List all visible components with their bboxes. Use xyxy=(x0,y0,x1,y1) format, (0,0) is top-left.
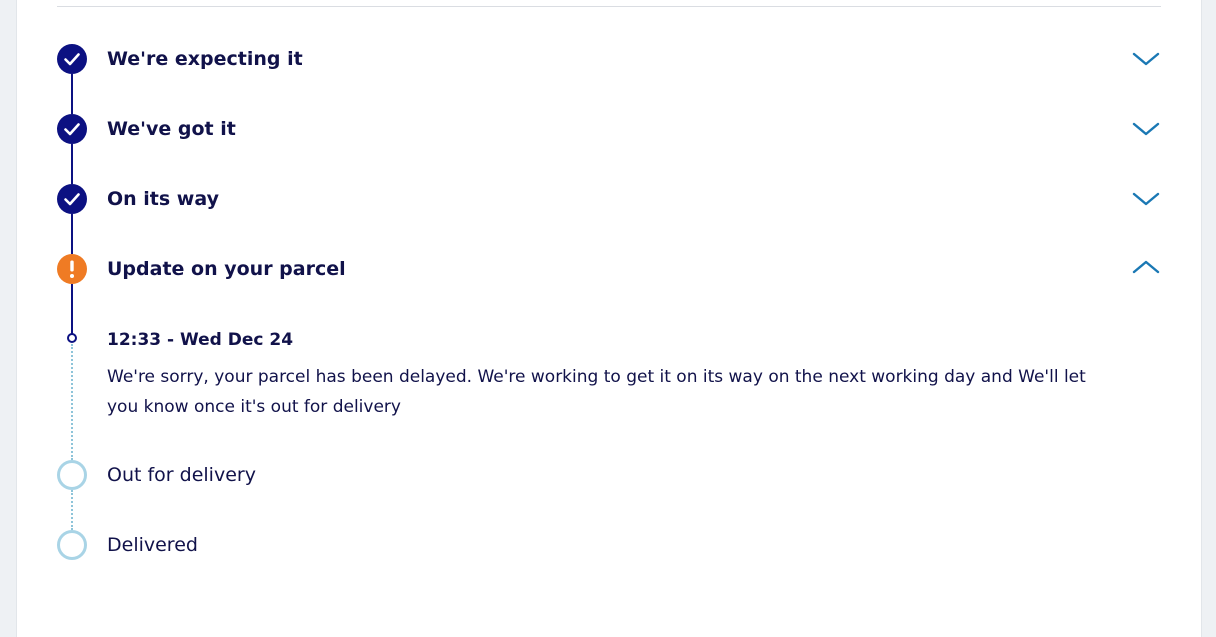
chevron-down-icon[interactable] xyxy=(1131,190,1161,208)
chevron-up-icon[interactable] xyxy=(1131,258,1161,276)
chevron-down-icon[interactable] xyxy=(1131,50,1161,68)
step-title: Out for delivery xyxy=(107,464,256,486)
timeline-connector xyxy=(71,214,73,254)
step-expecting[interactable]: We're expecting it xyxy=(17,44,1201,74)
check-icon xyxy=(57,44,87,74)
pending-circle-icon xyxy=(57,460,87,490)
event-dot xyxy=(67,333,77,343)
timeline-connector-pending xyxy=(71,344,73,460)
event-message: We're sorry, your parcel has been delaye… xyxy=(107,367,1086,417)
step-title: On its way xyxy=(107,188,219,210)
timeline-connector xyxy=(71,144,73,184)
tracking-card: We're expecting it We've got it On its w… xyxy=(16,0,1202,637)
step-update[interactable]: Update on your parcel xyxy=(17,254,1201,284)
chevron-down-icon[interactable] xyxy=(1131,120,1161,138)
step-title: We've got it xyxy=(107,118,236,140)
check-icon xyxy=(57,184,87,214)
timeline-connector xyxy=(71,74,73,114)
timeline-connector xyxy=(71,284,73,334)
timeline-connector-pending xyxy=(71,490,73,530)
event-time: 12:33 - Wed Dec 24 xyxy=(107,330,294,350)
step-delivered: Delivered xyxy=(17,530,1201,560)
step-got-it[interactable]: We've got it xyxy=(17,114,1201,144)
pending-circle-icon xyxy=(57,530,87,560)
step-title: Update on your parcel xyxy=(107,258,346,280)
step-title: Delivered xyxy=(107,534,198,556)
step-title: We're expecting it xyxy=(107,48,303,70)
check-icon xyxy=(57,114,87,144)
step-out-for-delivery: Out for delivery xyxy=(17,460,1201,490)
top-divider xyxy=(57,6,1161,7)
exclamation-icon xyxy=(57,254,87,284)
step-on-its-way[interactable]: On its way xyxy=(17,184,1201,214)
